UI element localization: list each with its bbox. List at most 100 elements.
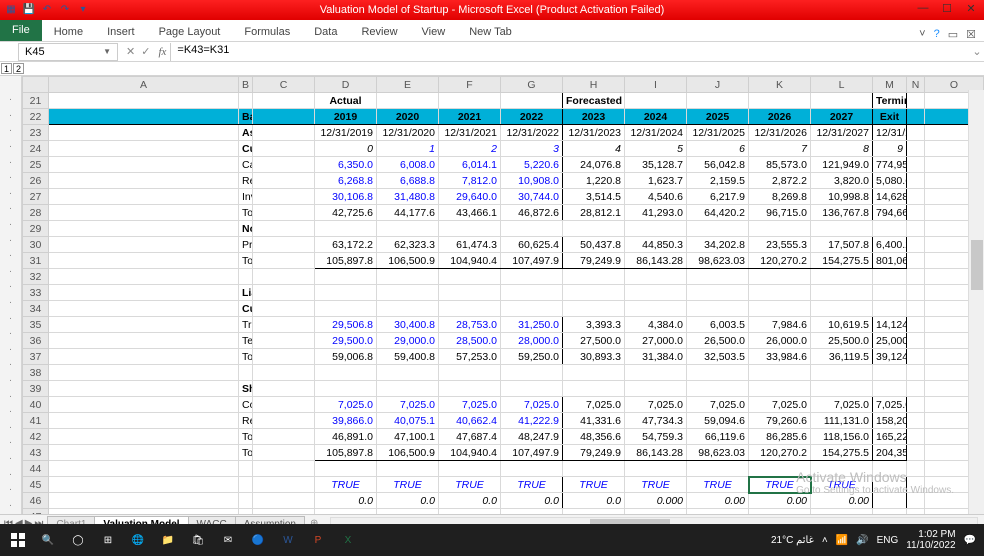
cell[interactable]: [907, 237, 925, 253]
cell[interactable]: [811, 269, 873, 285]
cell[interactable]: 24,076.8: [563, 157, 625, 173]
cell[interactable]: 6: [687, 141, 749, 157]
cell[interactable]: [239, 493, 253, 509]
cell[interactable]: TRUE: [377, 477, 439, 493]
cell[interactable]: [907, 509, 925, 515]
outline-dot[interactable]: ·: [0, 326, 21, 342]
cell[interactable]: 12/31/2025: [687, 125, 749, 141]
cell[interactable]: [49, 93, 239, 109]
cell[interactable]: 4: [563, 141, 625, 157]
cell[interactable]: [563, 221, 625, 237]
cell[interactable]: [907, 381, 925, 397]
cell[interactable]: 29,640.0: [439, 189, 501, 205]
notifications-icon[interactable]: 💬: [964, 535, 976, 546]
cell[interactable]: 794,667.8: [873, 205, 907, 221]
cell[interactable]: [687, 461, 749, 477]
cell[interactable]: [687, 509, 749, 515]
cell[interactable]: [563, 285, 625, 301]
cell[interactable]: 7,025.0: [315, 397, 377, 413]
formula-bar[interactable]: =K43=K31: [170, 43, 970, 61]
cell[interactable]: 79,260.6: [749, 413, 811, 429]
row-header-27[interactable]: 27: [23, 189, 49, 205]
cell[interactable]: [253, 349, 315, 365]
cell[interactable]: [563, 461, 625, 477]
language-icon[interactable]: ENG: [877, 535, 899, 546]
cell[interactable]: [253, 397, 315, 413]
cell[interactable]: 32,503.5: [687, 349, 749, 365]
cell[interactable]: [377, 381, 439, 397]
tab-review[interactable]: Review: [349, 23, 409, 41]
outline-dot[interactable]: ·: [0, 279, 21, 295]
cell[interactable]: 35,128.7: [625, 157, 687, 173]
cell[interactable]: [907, 413, 925, 429]
tab-insert[interactable]: Insert: [95, 23, 147, 41]
cell[interactable]: [49, 461, 239, 477]
cell[interactable]: 10,908.0: [501, 173, 563, 189]
cell[interactable]: [625, 365, 687, 381]
cell[interactable]: 5: [625, 141, 687, 157]
cell[interactable]: [687, 269, 749, 285]
cell[interactable]: [501, 509, 563, 515]
cell[interactable]: [49, 125, 239, 141]
cell[interactable]: Assets: [239, 125, 253, 141]
cell[interactable]: 14,124.0: [873, 317, 907, 333]
outline-dot[interactable]: ·: [0, 435, 21, 451]
row-header-21[interactable]: 21: [23, 93, 49, 109]
cell[interactable]: [239, 509, 253, 515]
cell[interactable]: Balance Sheet: [239, 109, 253, 125]
cell[interactable]: Total shareholders' equity: [239, 429, 253, 445]
cell[interactable]: [873, 381, 907, 397]
cell[interactable]: 31,384.0: [625, 349, 687, 365]
cell[interactable]: 59,250.0: [501, 349, 563, 365]
cell[interactable]: [49, 189, 239, 205]
tab-data[interactable]: Data: [302, 23, 349, 41]
cell[interactable]: [907, 189, 925, 205]
cell[interactable]: 44,177.6: [377, 205, 439, 221]
cell[interactable]: TRUE: [811, 477, 873, 493]
cell[interactable]: [49, 157, 239, 173]
cell[interactable]: 46,872.6: [501, 205, 563, 221]
cell[interactable]: [253, 93, 315, 109]
edge-icon[interactable]: 🌐: [128, 530, 148, 550]
cell[interactable]: [49, 285, 239, 301]
cell[interactable]: TRUE: [625, 477, 687, 493]
cell[interactable]: [49, 253, 239, 269]
outline-dot[interactable]: ·: [0, 139, 21, 155]
cell[interactable]: [49, 493, 239, 509]
cell[interactable]: 39,124.0: [873, 349, 907, 365]
cell[interactable]: 12/31/2028: [873, 125, 907, 141]
cell[interactable]: [439, 365, 501, 381]
cell[interactable]: [811, 461, 873, 477]
cell[interactable]: [907, 253, 925, 269]
cell[interactable]: 64,420.2: [687, 205, 749, 221]
cell[interactable]: 29,500.0: [315, 333, 377, 349]
cell[interactable]: 12/31/2024: [625, 125, 687, 141]
cell[interactable]: [315, 269, 377, 285]
cell[interactable]: [625, 285, 687, 301]
cell[interactable]: Retained earnings: [239, 413, 253, 429]
outline-dot[interactable]: ·: [0, 373, 21, 389]
cell[interactable]: TRUE: [315, 477, 377, 493]
cell[interactable]: 2024: [625, 109, 687, 125]
cell[interactable]: 5,220.6: [501, 157, 563, 173]
row-header-42[interactable]: 42: [23, 429, 49, 445]
cell[interactable]: 7,025.0: [439, 397, 501, 413]
search-icon[interactable]: 🔍: [38, 530, 58, 550]
row-header-43[interactable]: 43: [23, 445, 49, 461]
powerpoint-icon[interactable]: P: [308, 530, 328, 550]
cortana-icon[interactable]: ◯: [68, 530, 88, 550]
cell[interactable]: Shareholder's equity:: [239, 381, 253, 397]
cell[interactable]: 98,623.03: [687, 253, 749, 269]
cell[interactable]: [253, 173, 315, 189]
cell[interactable]: 63,172.2: [315, 237, 377, 253]
cell[interactable]: Total assets: [239, 253, 253, 269]
cell[interactable]: [563, 381, 625, 397]
cell[interactable]: [907, 349, 925, 365]
cell[interactable]: 120,270.2: [749, 253, 811, 269]
cell[interactable]: 50,437.8: [563, 237, 625, 253]
cell[interactable]: [749, 269, 811, 285]
cell[interactable]: [563, 365, 625, 381]
cell[interactable]: [253, 125, 315, 141]
cell[interactable]: [749, 381, 811, 397]
cell[interactable]: [253, 205, 315, 221]
